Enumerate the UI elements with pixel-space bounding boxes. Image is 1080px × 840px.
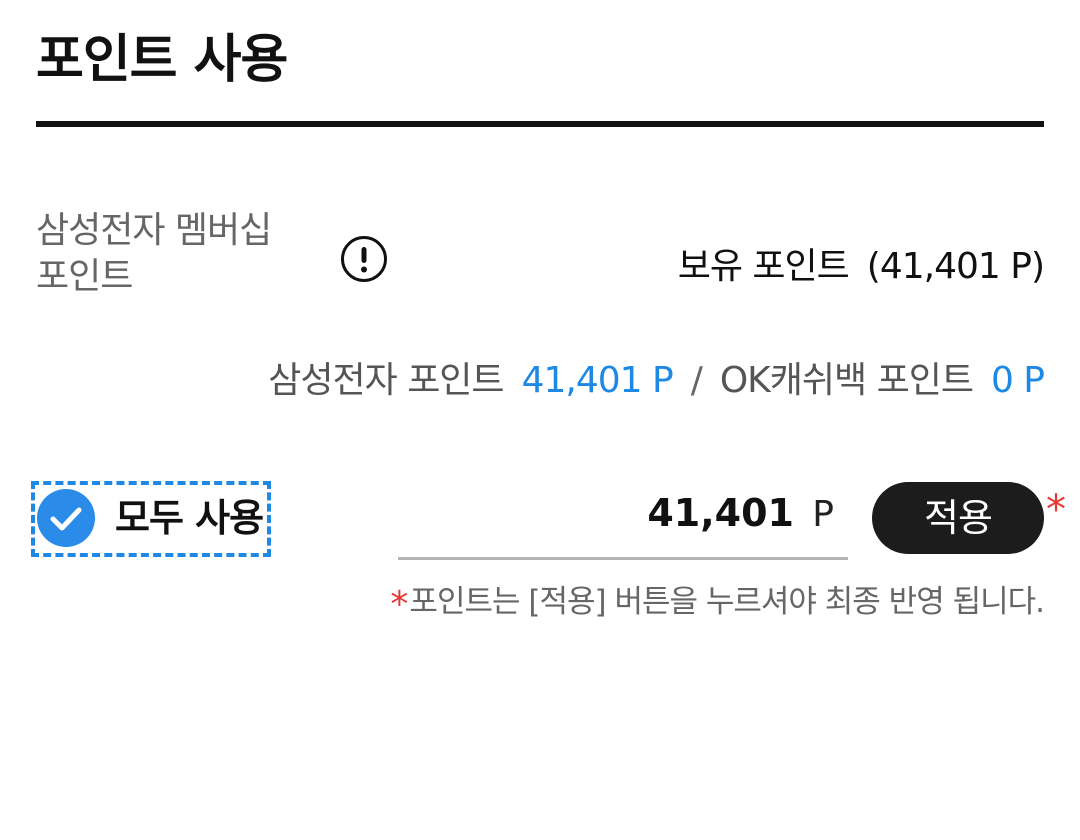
notice-required-star: * <box>390 584 408 625</box>
apply-notice: *포인트는 [적용] 버튼을 누르셔야 최종 반영 됩니다. <box>390 580 1045 627</box>
samsung-points-label: 삼성전자 포인트 <box>268 360 504 401</box>
point-amount-value: 41,401 <box>647 491 794 535</box>
breakdown-separator: / <box>690 360 703 401</box>
owned-points: 보유 포인트 (41,401 P) <box>677 244 1045 290</box>
title-divider <box>36 121 1044 127</box>
owned-points-label: 보유 포인트 <box>677 246 850 287</box>
page-title: 포인트 사용 <box>36 30 288 90</box>
use-all-checkbox[interactable]: 모두 사용 <box>31 481 271 557</box>
membership-points-label: 삼성전자 멤버십 포인트 <box>36 208 272 300</box>
point-usage-section: 포인트 사용 삼성전자 멤버십 포인트 보유 포인트 (41,401 P) 삼성전… <box>0 0 1080 840</box>
point-amount-unit: P <box>812 494 834 535</box>
points-breakdown: 삼성전자 포인트 41,401 P / OK캐쉬백 포인트 0 P <box>268 358 1045 404</box>
required-mark: * <box>1046 487 1066 533</box>
okcashbag-points-label: OK캐쉬백 포인트 <box>719 360 974 401</box>
apply-button[interactable]: 적용 <box>872 482 1044 554</box>
okcashbag-points-value: 0 P <box>990 360 1045 401</box>
use-all-label: 모두 사용 <box>115 496 264 540</box>
exclamation-mark-glyph <box>361 247 367 273</box>
checkmark-glyph <box>50 507 82 531</box>
membership-label-line1: 삼성전자 멤버십 <box>36 210 272 251</box>
check-circle-icon <box>37 489 95 547</box>
membership-label-line2: 포인트 <box>36 256 133 297</box>
notice-text: 포인트는 [적용] 버튼을 누르셔야 최종 반영 됩니다. <box>409 584 1045 620</box>
owned-points-value: (41,401 P) <box>866 246 1045 287</box>
point-amount-input[interactable]: 41,401 P <box>398 478 848 560</box>
exclamation-circle-icon[interactable] <box>341 236 387 282</box>
samsung-points-value: 41,401 P <box>521 360 674 401</box>
